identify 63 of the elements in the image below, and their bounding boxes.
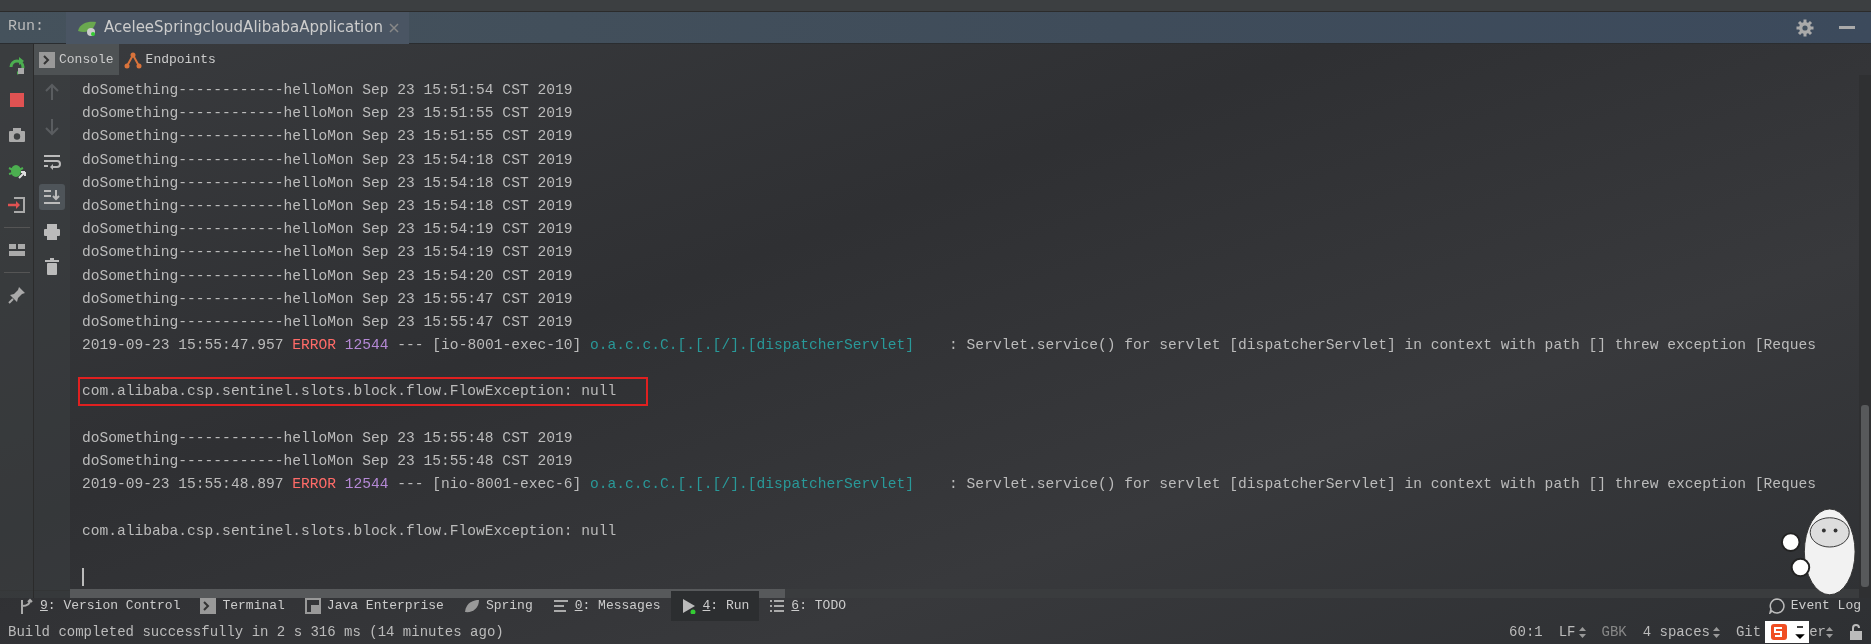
scrollbar-thumb[interactable]	[70, 589, 785, 599]
endpoints-icon	[123, 50, 142, 69]
indent-selector[interactable]: 4 spaces	[1642, 621, 1720, 643]
log-line: com.alibaba.csp.sentinel.slots.block.flow.FlowException: null	[82, 522, 617, 539]
line-separator-selector[interactable]: LF	[1558, 621, 1586, 643]
tool-window-tab[interactable]: Terminal	[190, 590, 295, 621]
messages-icon	[552, 597, 569, 614]
tool-window-tab[interactable]: 4: Run	[670, 590, 760, 621]
log-timestamp: 2019-09-23 15:55:47.957	[82, 337, 284, 354]
log-line: doSomething------------helloMon Sep 23 15:51:54 CST 2019	[82, 82, 573, 98]
branch-icon	[18, 597, 34, 614]
log-level: ERROR	[292, 476, 336, 493]
process-id: 12544	[344, 337, 389, 354]
input-method-icon	[1765, 621, 1810, 643]
unlocked-padlock-icon[interactable]	[1849, 624, 1863, 640]
log-timestamp: 2019-09-23 15:55:48.897	[82, 476, 284, 493]
tool-window-tab[interactable]: 6: TODO	[759, 590, 856, 621]
tool-window-tab[interactable]: 0: Messages	[542, 590, 671, 621]
tool-window-tab[interactable]: Java Enterprise	[294, 590, 454, 621]
settings-icon[interactable]	[1795, 17, 1815, 38]
log-line: doSomething------------helloMon Sep 23 15:54:19 CST 2019	[82, 221, 573, 238]
log-line: doSomething------------helloMon Sep 23 15:55:47 CST 2019	[82, 290, 573, 307]
java-enterprise-icon	[304, 597, 321, 614]
log-message: : Servlet.service() for servlet [dispatcherServlet] in context with path [] threw exception [Reques	[948, 476, 1817, 493]
text-cursor	[82, 568, 84, 587]
log-line: doSomething------------helloMon Sep 23 15:54:18 CST 2019	[82, 174, 573, 191]
log-message: : Servlet.service() for servlet [dispatcherServlet] in context with path [] threw exception [Reques	[948, 337, 1817, 354]
run-icon	[680, 597, 697, 614]
leaf-icon	[463, 597, 480, 614]
log-line: doSomething------------helloMon Sep 23 15:54:18 CST 2019	[82, 197, 573, 214]
run-config-tab[interactable]: AceleeSpringcloudAlibabaApplication	[66, 11, 409, 44]
logger-name: o.a.c.c.C.[.[.[/].[dispatcherServlet]	[590, 476, 915, 493]
console-tab[interactable]: Endpoints	[118, 44, 221, 75]
log-line: doSomething------------helloMon Sep 23 15:55:48 CST 2019	[82, 453, 573, 469]
thread-name: --- [io-8001-exec-10]	[397, 337, 582, 354]
status-message: Build completed successfully in 2 s 316 ms (14 minutes ago)	[8, 622, 504, 642]
git-branch-selector[interactable]: Git er	[1735, 621, 1833, 643]
thread-name: --- [nio-8001-exec-6]	[397, 476, 582, 493]
caret-position[interactable]: 60:1	[1509, 621, 1543, 643]
up-down-arrows-icon	[1578, 626, 1586, 638]
scroll-to-end-icon[interactable]	[39, 184, 65, 210]
logger-name: o.a.c.c.C.[.[.[/].[dispatcherServlet]	[590, 337, 915, 354]
encoding-selector[interactable]: GBK	[1601, 621, 1627, 643]
console-icon	[39, 51, 55, 68]
log-line: doSomething------------helloMon Sep 23 15:51:55 CST 2019	[82, 105, 573, 122]
log-line: doSomething------------helloMon Sep 23 15:54:20 CST 2019	[82, 267, 573, 284]
console-tab[interactable]: Console	[34, 44, 119, 75]
up-down-arrows-icon	[1826, 626, 1833, 638]
run-label: Run:	[8, 17, 45, 38]
log-line: doSomething------------helloMon Sep 23 15:54:19 CST 2019	[82, 244, 573, 261]
log-line: doSomething------------helloMon Sep 23 15:51:55 CST 2019	[82, 128, 573, 145]
tool-window-tab[interactable]: Spring	[453, 590, 543, 621]
log-line: doSomething------------helloMon Sep 23 15:55:48 CST 2019	[82, 429, 573, 446]
process-id: 12544	[344, 476, 389, 493]
scrollbar-thumb[interactable]	[1861, 405, 1869, 587]
log-level: ERROR	[292, 337, 336, 354]
tool-window-tab[interactable]: 9: Version Control	[8, 590, 191, 621]
speech-bubble-icon	[1768, 597, 1785, 614]
list-icon	[769, 597, 786, 614]
up-down-arrows-icon	[1712, 626, 1720, 638]
log-line: doSomething------------helloMon Sep 23 15:55:47 CST 2019	[82, 313, 573, 330]
event-log-button[interactable]: Event Log	[1758, 590, 1871, 621]
log-line: doSomething------------helloMon Sep 23 15:54:18 CST 2019	[82, 151, 573, 168]
